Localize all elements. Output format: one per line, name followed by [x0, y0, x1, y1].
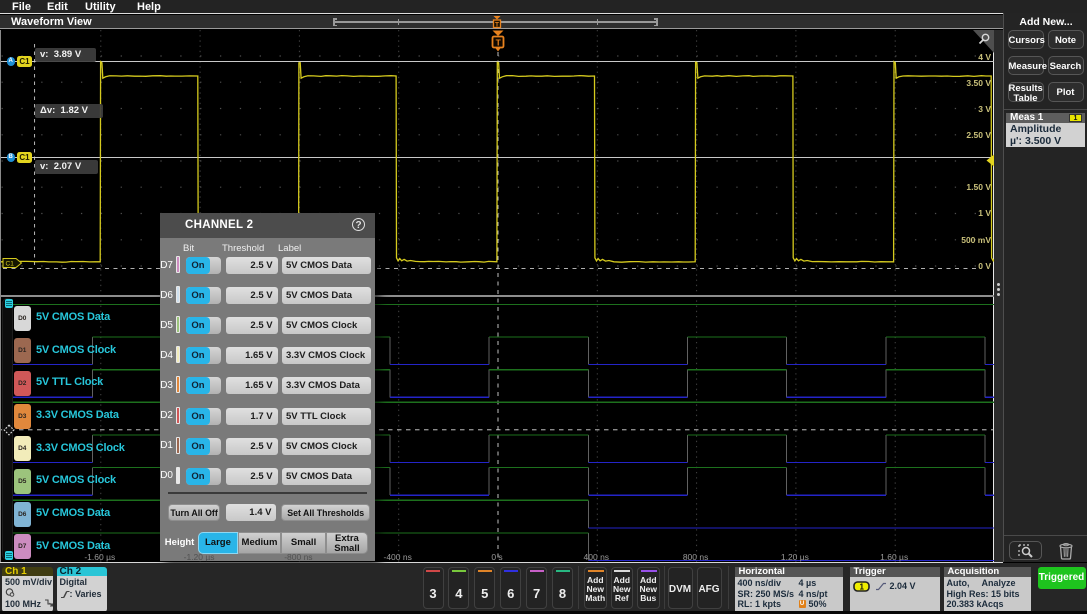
svg-text:1: 1 — [859, 582, 864, 591]
svg-text:T: T — [495, 22, 499, 29]
svg-text:C1: C1 — [6, 261, 15, 268]
svg-text:T: T — [496, 38, 502, 48]
